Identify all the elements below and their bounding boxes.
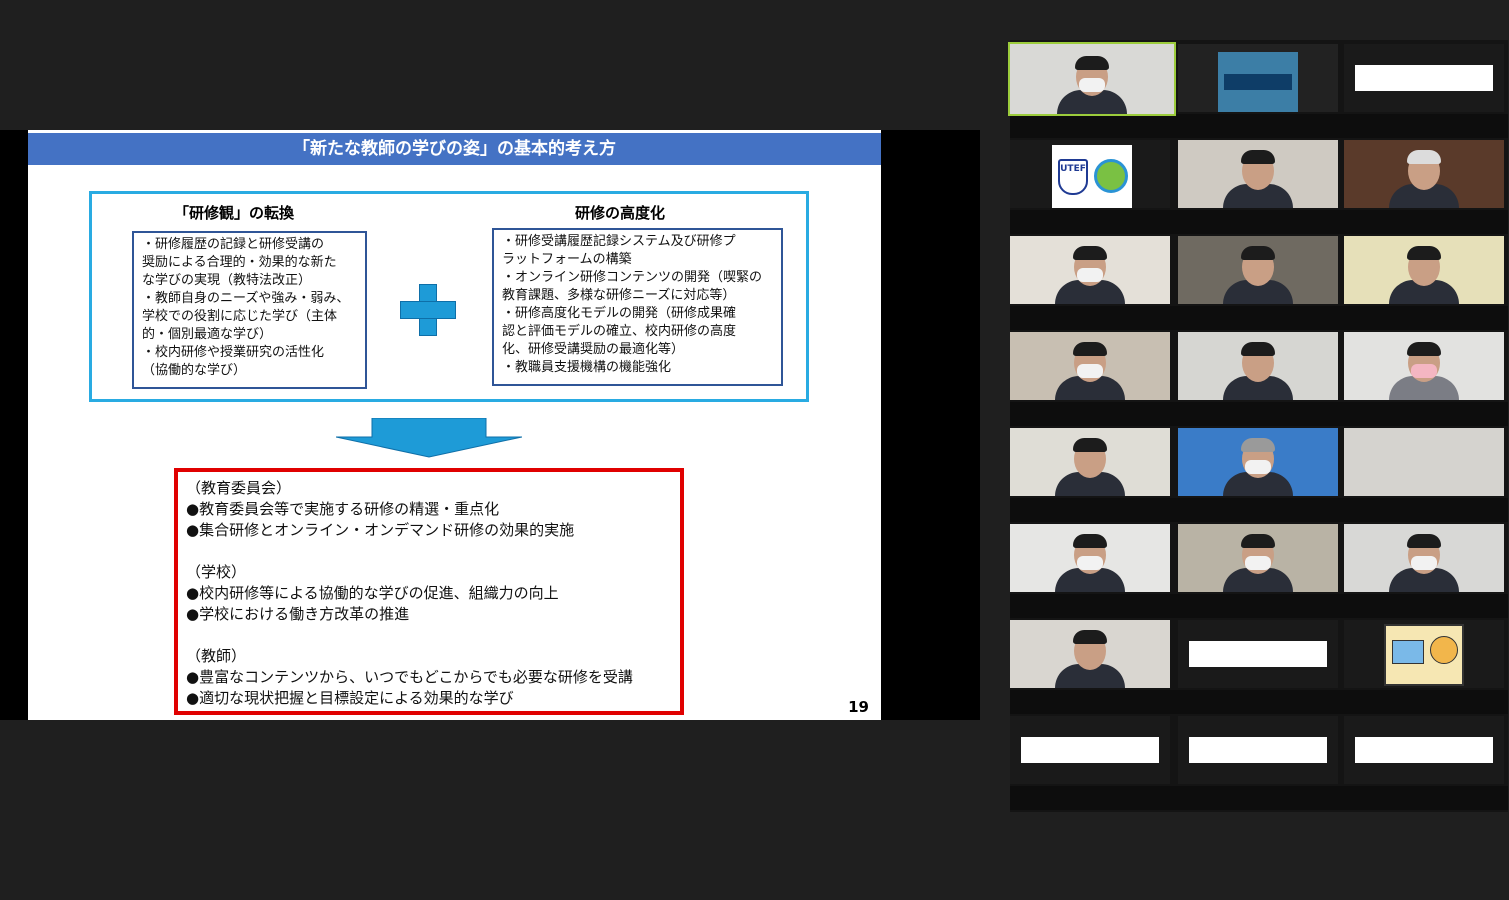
slide-text-line: ・研修受講履歴記録システム及び研修プ [502,234,736,249]
participant-tile[interactable] [1178,716,1338,784]
slide-text-line: ・教師自身のニーズや強み・弱み、 [142,291,350,306]
slide-text-line: （教育委員会） [186,479,292,497]
slide-text-line: ・教職員支援機構の機能強化 [502,360,672,375]
name-placeholder [1021,737,1159,763]
slide-text-line: ●集合研修とオンライン・オンデマンド研修の効果的実施 [186,521,575,539]
participant-tile-active[interactable] [1008,42,1176,116]
slide-text-line: 的・個別最適な学び） [142,327,273,342]
participant-tile[interactable] [1178,620,1338,688]
left-heading: 「研修観」の転換 [174,204,295,222]
name-strip [1010,786,1508,810]
slide-text-line: な学びの実現（教特法改正） [142,273,312,288]
participant-tile[interactable] [1178,140,1338,208]
slide-text-line: （協働的な学び） [142,363,247,378]
participant-tile[interactable] [1178,524,1338,592]
slide-text-line: ●豊富なコンテンツから、いつでもどこからでも必要な研修を受講 [186,668,633,686]
logo-globe-icon [1094,159,1128,193]
participant-tile[interactable] [1010,236,1170,304]
participant-tile[interactable] [1178,332,1338,400]
participant-tile[interactable] [1344,44,1504,112]
summary-box: （教育委員会） ●教育委員会等で実施する研修の精選・重点化 ●集合研修とオンライン・… [174,468,684,715]
participant-tile[interactable] [1010,524,1170,592]
slide-page-number: 19 [848,698,869,716]
right-heading: 研修の高度化 [575,204,666,222]
slide-text-line: （教師） [186,647,247,665]
name-strip [1010,402,1508,426]
slide-text-line: ・研修高度化モデルの開発（研修成果確 [502,306,737,321]
organization-logo: UTEF [1052,145,1132,208]
slide-text-line: 教育課題、多様な研修ニーズに対応等） [502,288,736,303]
slide-text-line [186,541,672,562]
slide-text-line: 化、研修受講奨励の最適化等） [502,342,685,357]
participant-tile[interactable] [1344,716,1504,784]
slide-title: 「新たな教師の学びの姿」の基本的考え方 [28,133,881,165]
slide-text-line: ●教育委員会等で実施する研修の精選・重点化 [186,500,500,518]
name-strip [1010,114,1508,138]
name-strip [1010,210,1508,234]
slide-text-line: 学校での役割に応じた学び（主体 [142,309,338,324]
slide-text-line: ●適切な現状把握と目標設定による効果的な学び [186,689,514,707]
slide-text-line: ・校内研修や授業研究の活性化 [142,345,325,360]
participant-gallery: UTEF [1008,40,1508,812]
participant-tile[interactable] [1010,332,1170,400]
right-box: ・研修受講履歴記録システム及び研修プ ラットフォームの構築・オンライン研修コンテン… [492,228,783,386]
slide-text-line: ・研修履歴の記録と研修受講の [142,237,325,252]
name-strip [1010,498,1508,522]
participant-tile[interactable] [1344,428,1504,496]
slide-text-line: ラットフォームの構築 [502,252,632,267]
slide-text-line: ●学校における働き方改革の推進 [186,605,410,623]
slide-text-line: ・オンライン研修コンテンツの開発（喫緊の [502,270,763,285]
slide-text-line: 奨励による合理的・効果的な新た [142,255,337,270]
screen-share-area: 「新たな教師の学びの姿」の基本的考え方 「研修観」の転換 ・研修履歴の記録と研修… [0,130,980,720]
participant-tile[interactable] [1344,236,1504,304]
name-strip [1010,306,1508,330]
slide-text-line [186,625,672,646]
participant-tile[interactable]: UTEF [1010,140,1170,208]
plus-icon [400,284,456,336]
name-placeholder [1355,65,1493,91]
slide-text-line: （学校） [186,563,247,581]
participant-tile[interactable] [1010,620,1170,688]
participant-tile[interactable] [1010,716,1170,784]
participant-tile[interactable] [1178,428,1338,496]
participant-tile[interactable] [1344,524,1504,592]
participant-tile[interactable] [1010,428,1170,496]
presentation-slide: 「新たな教師の学びの姿」の基本的考え方 「研修観」の転換 ・研修履歴の記録と研修… [28,130,881,720]
slide-text-line: ●校内研修等による協働的な学びの促進、組織力の向上 [186,584,559,602]
left-box: ・研修履歴の記録と研修受講の 奨励による合理的・効果的な新た な学びの実現（教特法改… [132,231,367,389]
down-arrow-icon [336,418,522,458]
slide-text-line: 認と評価モデルの確立、校内研修の高度 [502,324,737,339]
name-strip [1010,594,1508,618]
participant-tile[interactable] [1344,140,1504,208]
participant-tile[interactable] [1344,332,1504,400]
name-placeholder [1189,641,1327,667]
participant-tile[interactable] [1178,236,1338,304]
name-strip [1010,690,1508,714]
poster-thumbnail [1218,52,1298,112]
participant-tile[interactable] [1344,620,1504,688]
name-placeholder [1355,737,1493,763]
participant-tile[interactable] [1178,44,1338,112]
cartoon-avatar [1384,624,1464,686]
name-placeholder [1189,737,1327,763]
logo-shield-icon: UTEF [1058,159,1088,195]
